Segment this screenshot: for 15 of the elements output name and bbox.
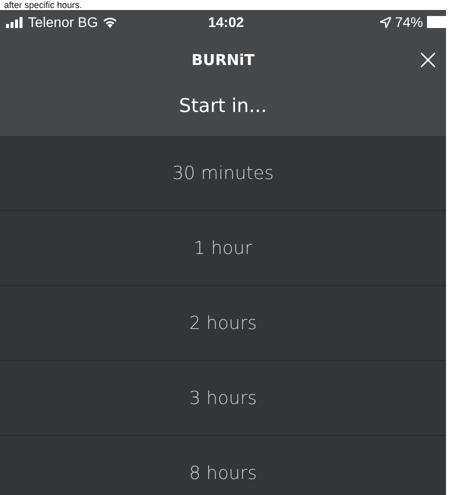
time-option[interactable]: 3 hours	[0, 361, 446, 436]
battery-icon	[427, 16, 446, 28]
time-option[interactable]: 30 minutes	[0, 136, 446, 211]
time-option[interactable]: 1 hour	[0, 211, 446, 286]
signal-icon	[6, 16, 24, 28]
app-title: BURNiT	[191, 51, 255, 69]
time-option[interactable]: 2 hours	[0, 286, 446, 361]
location-arrow-icon	[380, 16, 391, 28]
wifi-icon	[102, 16, 118, 28]
screen-heading: Start in...	[178, 94, 268, 119]
clock-time: 14:02	[208, 14, 244, 30]
time-option[interactable]: 8 hours	[0, 436, 446, 495]
carrier-name: Telenor BG	[28, 14, 98, 30]
caption-text: after specific hours.	[4, 0, 82, 10]
battery-percent: 74%	[394, 14, 423, 30]
